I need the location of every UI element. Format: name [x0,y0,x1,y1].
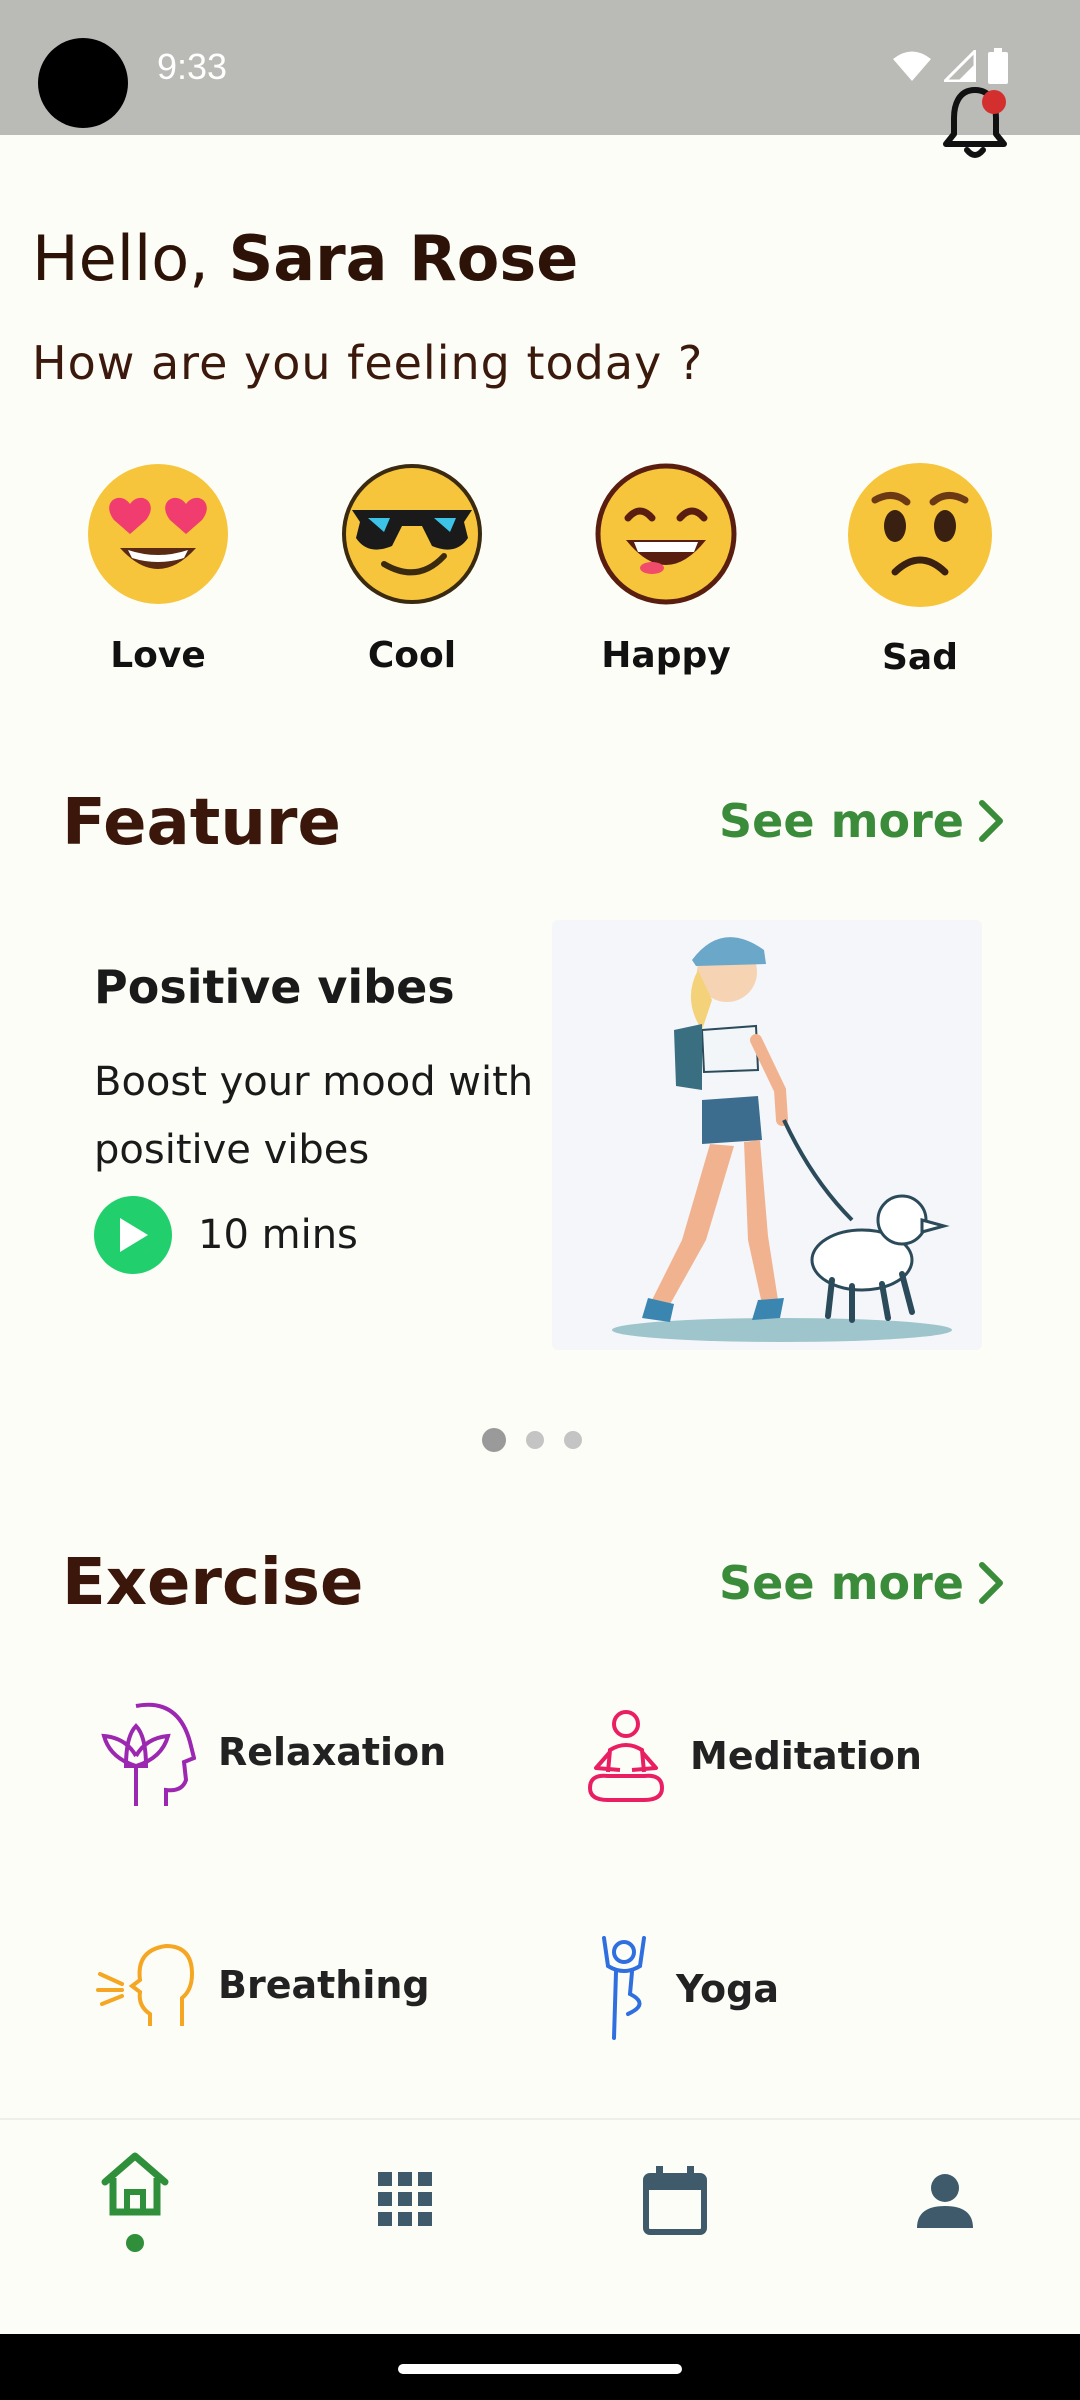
exercise-item-relaxation[interactable]: Relaxation [96,1696,446,1808]
pager-dot[interactable] [564,1431,582,1449]
happy-emoji-icon [595,463,737,605]
status-icons [892,48,1008,84]
gesture-area [0,2334,1080,2400]
notification-button[interactable] [940,82,1010,162]
exercise-see-more-link[interactable]: See more [719,1556,1004,1610]
feature-see-more-link[interactable]: See more [719,794,1004,848]
home-icon [101,2152,169,2216]
heart-eyes-emoji-icon [88,464,228,604]
exercise-label: Yoga [676,1967,779,2011]
see-more-label: See more [719,1556,964,1610]
chevron-right-icon [979,800,1003,842]
nav-profile[interactable] [900,2174,990,2294]
active-indicator [126,2234,144,2252]
greeting-hello: Hello, [32,222,209,295]
exercise-item-breathing[interactable]: Breathing [96,1940,430,2030]
breathing-icon [96,1943,195,2026]
mood-label: Love [110,635,206,676]
feature-card-description: Boost your mood with positive vibes [94,1059,534,1173]
head-lotus-icon [101,1702,196,1806]
status-bar: 9:33 [0,0,1080,135]
exercise-label: Breathing [218,1963,430,2007]
mood-label: Happy [601,635,731,676]
home-gesture-handle[interactable] [398,2364,682,2374]
exercise-item-meditation[interactable]: Meditation [584,1708,922,1804]
sad-emoji-icon [848,463,992,607]
feature-card[interactable]: Positive vibes Boost your mood with posi… [62,900,1002,1370]
mood-question: How are you feeling today ? [32,336,704,390]
meditation-icon [587,1710,665,1802]
signal-icon [944,50,976,82]
user-name: Sara Rose [228,222,579,295]
wifi-icon [893,51,931,81]
exercise-label: Meditation [690,1734,922,1778]
exercise-item-yoga[interactable]: Yoga [594,1934,779,2044]
grid-icon [378,2172,432,2226]
sunglasses-emoji-icon [342,464,482,604]
bell-icon [943,87,1007,158]
chevron-right-icon [979,1562,1003,1604]
status-time: 9:33 [157,46,228,87]
mood-label: Cool [367,635,457,676]
duration-label: 10 mins [198,1212,358,1258]
greeting-heading: Hello, Sara Rose [32,222,578,295]
woman-walking-dog-illustration [612,937,952,1342]
exercise-title: Exercise [62,1546,364,1620]
play-icon [120,1218,148,1252]
mood-happy[interactable]: Happy [566,460,766,676]
yoga-icon [602,1936,646,2040]
mood-label: Sad [882,637,958,678]
exercise-label: Relaxation [218,1730,447,1774]
mood-selector: Love Cool Happy Sad [0,460,1080,700]
profile-icon [917,2174,973,2228]
feature-illustration [552,920,982,1350]
nav-home[interactable] [90,2150,180,2270]
camera-cutout [38,38,128,128]
mood-sad[interactable]: Sad [820,460,1020,678]
nav-calendar[interactable] [630,2166,720,2286]
bottom-nav [0,2118,1080,2334]
mood-cool[interactable]: Cool [312,460,512,676]
pager-dot[interactable] [526,1431,544,1449]
see-more-label: See more [719,794,964,848]
battery-icon [988,48,1008,84]
calendar-icon [643,2166,707,2235]
nav-grid[interactable] [360,2172,450,2292]
feature-title: Feature [62,786,341,860]
play-button[interactable] [94,1196,172,1274]
feature-pager [482,1428,582,1452]
pager-dot[interactable] [482,1428,506,1452]
feature-card-duration: 10 mins [94,1196,358,1274]
mood-love[interactable]: Love [58,460,258,676]
feature-card-title: Positive vibes [94,960,455,1014]
